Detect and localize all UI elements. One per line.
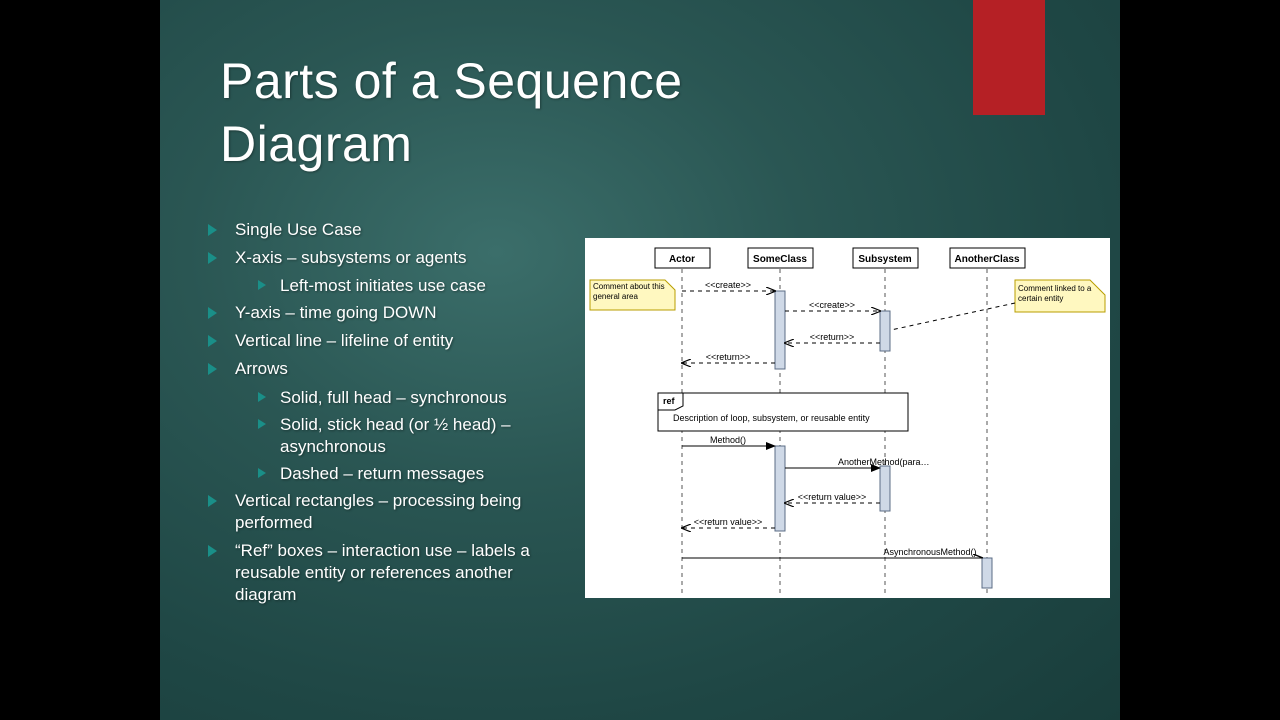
label-retval-2: <<return value>> — [694, 517, 763, 527]
triangle-bullet-icon — [208, 224, 217, 236]
triangle-bullet-icon — [258, 468, 266, 478]
slide-title: Parts of a Sequence Diagram — [220, 50, 683, 175]
activation-bars — [775, 291, 992, 588]
bullet-7: “Ref” boxes – interaction use – labels a… — [208, 540, 568, 606]
slide: Parts of a Sequence Diagram Single Use C… — [160, 0, 1120, 720]
bullet-4: Vertical line – lifeline of entity — [208, 330, 568, 352]
comment-right-text: Comment linked to a certain entity — [1018, 284, 1100, 303]
ref-box — [658, 393, 908, 431]
bullet-list: Single Use Case X-axis – subsystems or a… — [208, 215, 568, 612]
label-anothermethod: AnotherMethod(para… — [838, 457, 930, 467]
triangle-bullet-icon — [208, 495, 217, 507]
label-return-1: <<return>> — [810, 332, 855, 342]
comment-left-text: Comment about this general area — [593, 282, 671, 301]
ref-body: Description of loop, subsystem, or reusa… — [673, 413, 870, 423]
participant-anotherclass: AnotherClass — [954, 254, 1019, 265]
bullet-1: Single Use Case — [208, 219, 568, 241]
ref-label: ref — [663, 396, 676, 406]
comment-link — [884, 303, 1015, 334]
bullet-2: X-axis – subsystems or agents — [208, 247, 568, 269]
sequence-diagram: Actor SomeClass Subsystem AnotherClass C… — [585, 238, 1110, 598]
bullet-6: Vertical rectangles – processing being p… — [208, 490, 568, 534]
title-line-2: Diagram — [220, 116, 412, 172]
triangle-bullet-icon — [258, 419, 266, 429]
bullet-2a: Left-most initiates use case — [208, 275, 568, 297]
label-create-2: <<create>> — [809, 300, 855, 310]
participant-actor: Actor — [669, 254, 695, 265]
triangle-bullet-icon — [208, 335, 217, 347]
triangle-bullet-icon — [208, 252, 217, 264]
accent-ribbon — [973, 0, 1045, 115]
label-return-2: <<return>> — [706, 352, 751, 362]
triangle-bullet-icon — [208, 363, 217, 375]
triangle-bullet-icon — [208, 307, 217, 319]
bullet-5b: Solid, stick head (or ½ head) – asynchro… — [208, 414, 568, 458]
title-line-1: Parts of a Sequence — [220, 53, 683, 109]
bullet-5a: Solid, full head – synchronous — [208, 387, 568, 409]
label-create-1: <<create>> — [705, 280, 751, 290]
participant-someclass: SomeClass — [753, 254, 807, 265]
label-retval-1: <<return value>> — [798, 492, 867, 502]
label-async: AsynchronousMethod() — [883, 547, 976, 557]
label-method: Method() — [710, 435, 746, 445]
bullet-3: Y-axis – time going DOWN — [208, 302, 568, 324]
bullet-5: Arrows — [208, 358, 568, 380]
bullet-5c: Dashed – return messages — [208, 463, 568, 485]
participant-subsystem: Subsystem — [858, 254, 911, 265]
triangle-bullet-icon — [208, 545, 217, 557]
triangle-bullet-icon — [258, 392, 266, 402]
triangle-bullet-icon — [258, 280, 266, 290]
